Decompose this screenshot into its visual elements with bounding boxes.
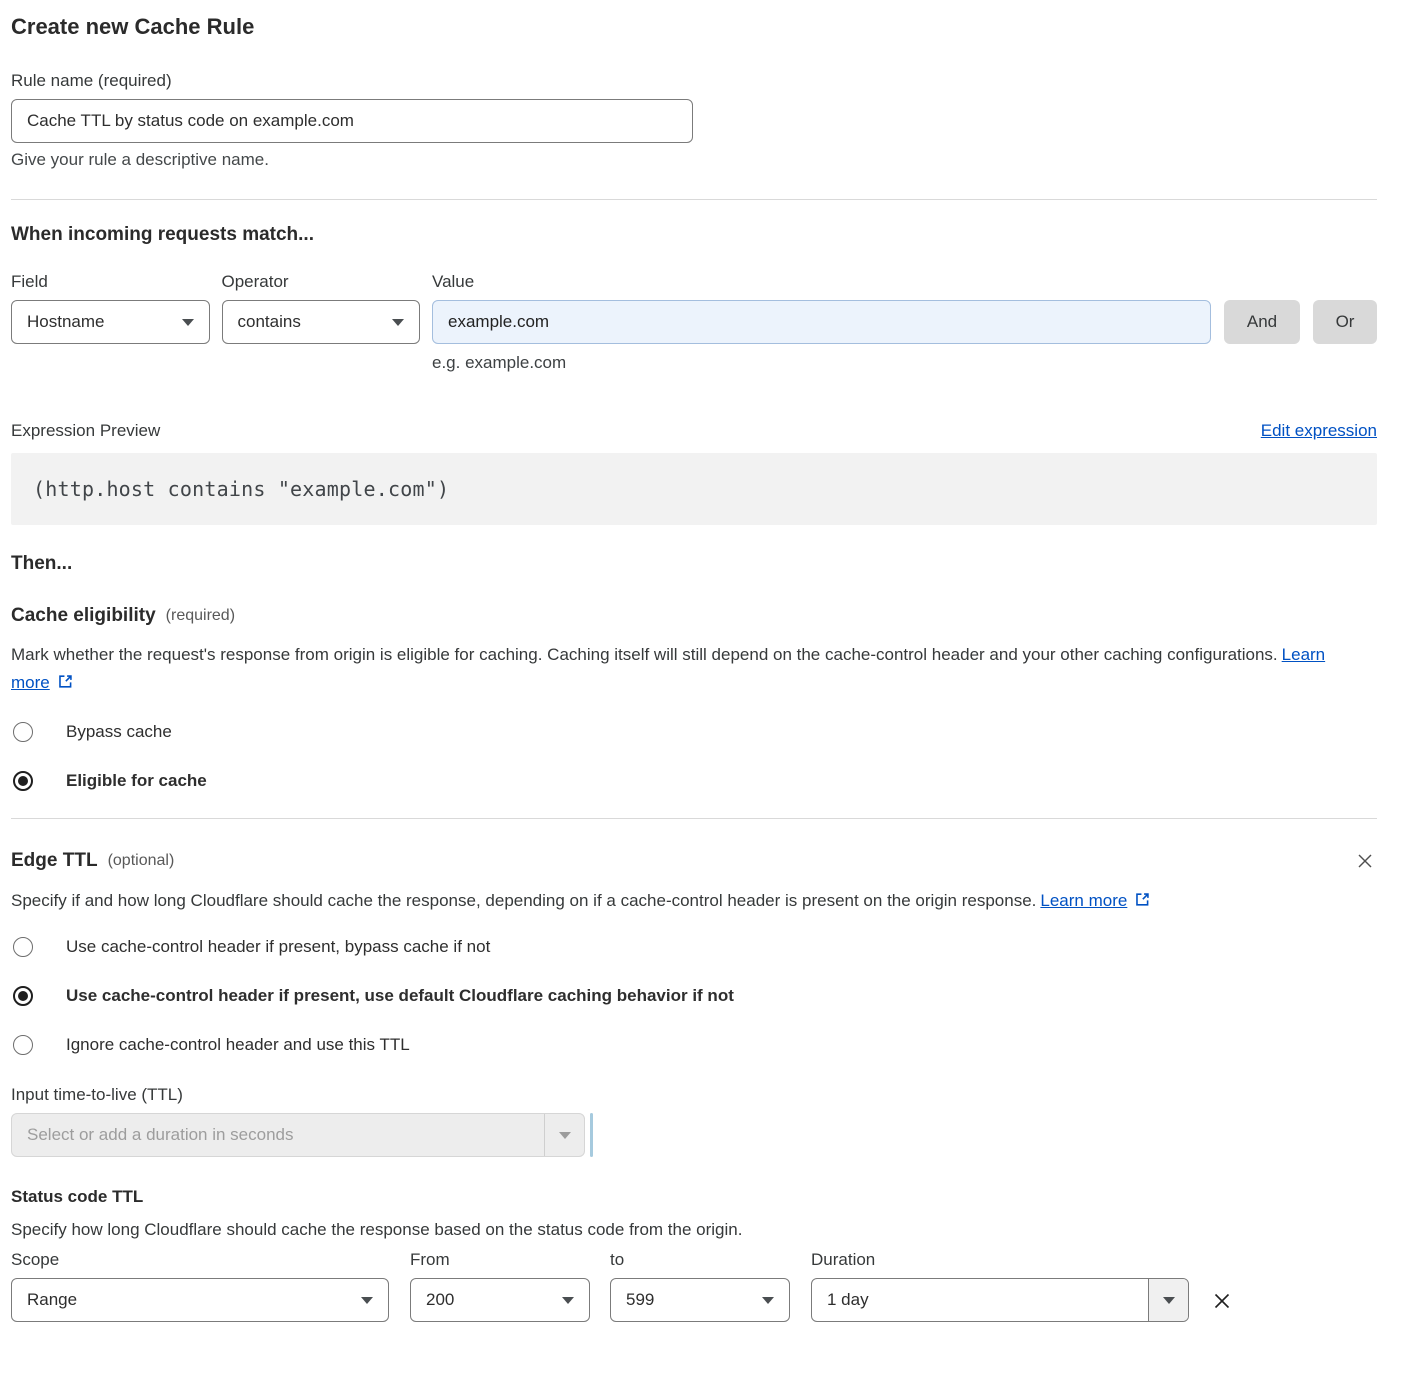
then-heading: Then...	[11, 553, 1377, 575]
divider	[11, 199, 1377, 200]
chevron-down-icon	[1163, 1297, 1175, 1304]
from-select-value: 200	[426, 1290, 454, 1310]
expression-code: (http.host contains "example.com")	[11, 453, 1377, 525]
scope-select-value: Range	[27, 1290, 77, 1310]
radio-use-header-bypass[interactable]: Use cache-control header if present, byp…	[11, 937, 1377, 957]
learn-more-link[interactable]: Learn more	[1040, 891, 1127, 910]
match-heading: When incoming requests match...	[11, 224, 1377, 246]
create-cache-rule-form: Create new Cache Rule Rule name (require…	[0, 0, 1412, 1322]
to-select-value: 599	[626, 1290, 654, 1310]
close-edge-ttl-button[interactable]	[1353, 849, 1377, 873]
value-hint: e.g. example.com	[432, 353, 1211, 373]
page-title: Create new Cache Rule	[11, 14, 1377, 40]
to-select[interactable]: 599	[610, 1278, 790, 1322]
optional-badge: (optional)	[108, 852, 175, 870]
external-link-icon	[57, 673, 74, 690]
chevron-down-icon	[559, 1132, 571, 1139]
scope-label: Scope	[11, 1250, 389, 1270]
expression-preview-label: Expression Preview	[11, 421, 160, 441]
remove-status-row-button[interactable]	[1209, 1288, 1235, 1314]
edit-expression-link[interactable]: Edit expression	[1261, 421, 1377, 441]
operator-select-value: contains	[238, 312, 301, 332]
duration-select-value: 1 day	[812, 1279, 1148, 1321]
field-label: Field	[11, 272, 210, 292]
from-label: From	[410, 1250, 590, 1270]
edge-ttl-description: Specify if and how long Cloudflare shoul…	[11, 887, 1356, 915]
chevron-down-icon	[361, 1297, 373, 1304]
radio-bypass-cache[interactable]: Bypass cache	[11, 722, 1377, 742]
scope-select[interactable]: Range	[11, 1278, 389, 1322]
value-input[interactable]	[432, 300, 1211, 344]
rule-name-label: Rule name (required)	[11, 71, 1377, 91]
ttl-input-label: Input time-to-live (TTL)	[11, 1085, 1377, 1105]
cache-eligibility-description: Mark whether the request's response from…	[11, 641, 1356, 697]
required-badge: (required)	[166, 607, 235, 625]
external-link-icon	[1134, 891, 1151, 908]
chevron-down-icon	[392, 319, 404, 326]
chevron-down-icon	[182, 319, 194, 326]
edge-ttl-heading: Edge TTL	[11, 850, 98, 872]
operator-select[interactable]: contains	[222, 300, 421, 344]
status-code-ttl-row: Scope Range From 200 to 599 Duration 1 d…	[11, 1250, 1377, 1322]
from-select[interactable]: 200	[410, 1278, 590, 1322]
operator-label: Operator	[222, 272, 421, 292]
value-label: Value	[432, 272, 1211, 292]
rule-name-help: Give your rule a descriptive name.	[11, 150, 1377, 170]
status-code-ttl-heading: Status code TTL	[11, 1187, 1377, 1207]
match-condition-row: Field Hostname Operator contains Value e…	[11, 272, 1377, 373]
to-label: to	[610, 1250, 790, 1270]
radio-icon	[13, 722, 33, 742]
ttl-select-arrow-button[interactable]	[544, 1114, 584, 1156]
radio-icon	[13, 937, 33, 957]
status-code-ttl-description: Specify how long Cloudflare should cache…	[11, 1220, 1377, 1240]
close-icon	[1211, 1290, 1233, 1312]
chevron-down-icon	[562, 1297, 574, 1304]
duration-label: Duration	[811, 1250, 1189, 1270]
rule-name-input[interactable]	[11, 99, 693, 143]
chevron-down-icon	[762, 1297, 774, 1304]
ttl-duration-select[interactable]	[11, 1113, 585, 1157]
radio-selected-icon	[13, 771, 33, 791]
radio-icon	[13, 1035, 33, 1055]
radio-ignore-header-use-ttl[interactable]: Ignore cache-control header and use this…	[11, 1035, 1377, 1055]
and-button[interactable]: And	[1224, 300, 1300, 344]
field-select[interactable]: Hostname	[11, 300, 210, 344]
radio-selected-icon	[13, 986, 33, 1006]
radio-use-header-default[interactable]: Use cache-control header if present, use…	[11, 986, 1377, 1006]
text-cursor	[590, 1113, 593, 1157]
ttl-duration-input[interactable]	[12, 1114, 544, 1156]
cache-eligibility-heading: Cache eligibility	[11, 605, 156, 627]
duration-select[interactable]: 1 day	[811, 1278, 1189, 1322]
or-button[interactable]: Or	[1313, 300, 1377, 344]
duration-select-arrow-button[interactable]	[1148, 1279, 1188, 1321]
divider	[11, 818, 1377, 819]
close-icon	[1355, 851, 1375, 871]
radio-eligible-for-cache[interactable]: Eligible for cache	[11, 771, 1377, 791]
field-select-value: Hostname	[27, 312, 104, 332]
